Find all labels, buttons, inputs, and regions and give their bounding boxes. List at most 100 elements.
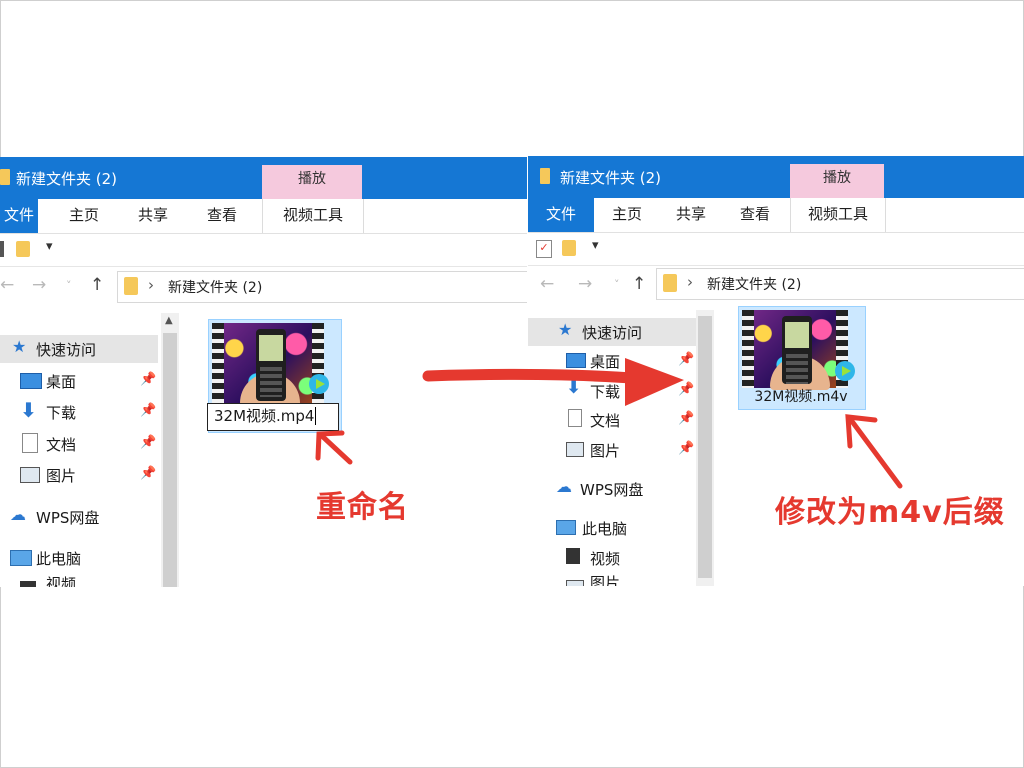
tab-share[interactable]: 共享 (138, 199, 168, 233)
up-arrow-icon[interactable]: ↑ (90, 275, 104, 295)
customize-dropdown-icon[interactable]: ▾ (46, 239, 53, 254)
document-icon (568, 409, 582, 427)
nav-item-documents[interactable]: 文档 📌 (0, 430, 158, 458)
desktop-icon (566, 353, 586, 368)
tab-view[interactable]: 查看 (740, 198, 770, 232)
play-badge-icon (309, 374, 329, 394)
pin-icon[interactable]: 📌 (140, 435, 156, 450)
nav-item-desktop[interactable]: 桌面 📌 (0, 367, 158, 395)
star-icon: ★ (558, 320, 573, 339)
nav-scrollbar[interactable] (696, 310, 714, 586)
pin-icon[interactable]: 📌 (140, 372, 156, 387)
tab-video-tools[interactable]: 视频工具 (790, 198, 886, 232)
tab-play-context[interactable]: 播放 (262, 165, 362, 199)
tab-home[interactable]: 主页 (612, 198, 642, 232)
back-arrow-icon[interactable]: ← (0, 275, 14, 295)
tab-share[interactable]: 共享 (676, 198, 706, 232)
nav-item-this-pc[interactable]: 此电脑 (528, 514, 696, 542)
nav-scrollbar[interactable]: ▲ (161, 313, 179, 587)
window-title: 新建文件夹 (2) (560, 169, 662, 187)
quick-access-toolbar: ✓ ▾ (528, 232, 1024, 266)
nav-label: 视频 (590, 550, 621, 568)
nav-label: 视频 (46, 575, 77, 587)
up-arrow-icon[interactable]: ↑ (632, 274, 646, 294)
navigation-bar: ← → ˅ ↑ › 新建文件夹 (2) (0, 267, 527, 305)
film-strip (742, 310, 754, 388)
content-pane: 32M视频.m4v (728, 304, 1024, 586)
cloud-icon: ☁ (556, 477, 572, 496)
tab-file[interactable]: 文件 (0, 199, 38, 233)
scroll-thumb[interactable] (698, 316, 712, 578)
pin-icon[interactable]: 📌 (678, 441, 694, 456)
nav-item-quick-access[interactable]: ★ 快速访问 (0, 335, 158, 363)
properties-check-icon[interactable]: ✓ (536, 240, 552, 258)
tab-play-context[interactable]: 播放 (790, 164, 884, 198)
nav-item-videos[interactable]: 视频 (0, 575, 158, 587)
pin-icon[interactable]: 📌 (678, 411, 694, 426)
nav-item-this-pc[interactable]: 此电脑 (0, 544, 158, 572)
nav-item-pictures[interactable]: 图片 📌 (0, 461, 158, 489)
nav-item-downloads[interactable]: ⬇ 下载 📌 (528, 377, 696, 405)
nav-item-downloads[interactable]: ⬇ 下载 📌 (0, 398, 158, 426)
new-folder-icon[interactable] (562, 240, 576, 256)
address-bar[interactable]: › 新建文件夹 (2) (117, 271, 527, 303)
address-bar[interactable]: › 新建文件夹 (2) (656, 268, 1024, 300)
picture-icon (20, 467, 40, 483)
nav-item-pictures-pc[interactable]: 图片 (528, 574, 696, 586)
video-icon (566, 548, 580, 564)
customize-dropdown-icon[interactable]: ▾ (592, 238, 599, 253)
cloud-icon: ☁ (10, 505, 26, 524)
pin-icon[interactable]: 📌 (140, 466, 156, 481)
quick-access-toolbar: ▾ (0, 233, 527, 267)
navigation-pane: ★ 快速访问 桌面 📌 ⬇ 下载 📌 文档 📌 图片 📌 ☁ WPS网盘 此电脑… (528, 310, 718, 586)
nav-item-videos[interactable]: 视频 (528, 544, 696, 572)
video-thumbnail[interactable] (742, 310, 848, 390)
nav-item-quick-access[interactable]: ★ 快速访问 (528, 318, 696, 346)
annotation-rename: 重命名 (316, 490, 409, 525)
new-folder-icon[interactable] (16, 241, 30, 257)
file-name: 32M视频.m4v (754, 389, 848, 405)
recent-chevron-icon[interactable]: ˅ (614, 278, 620, 291)
folder-icon (540, 168, 550, 184)
pin-icon[interactable]: 📌 (140, 403, 156, 418)
folder-icon (663, 274, 677, 292)
tab-file[interactable]: 文件 (528, 198, 594, 232)
pin-icon[interactable]: 📌 (678, 382, 694, 397)
forward-arrow-icon[interactable]: → (578, 274, 592, 294)
nav-item-wps-cloud[interactable]: ☁ WPS网盘 (0, 503, 158, 531)
nav-label: 桌面 (46, 373, 77, 391)
nav-label: 图片 (590, 574, 621, 586)
nav-label: WPS网盘 (580, 481, 644, 499)
nav-label: 下载 (46, 404, 77, 422)
pin-icon[interactable]: 📌 (678, 352, 694, 367)
download-icon: ⬇ (20, 398, 37, 422)
forward-arrow-icon[interactable]: → (32, 275, 46, 295)
nav-label: WPS网盘 (36, 509, 100, 527)
nav-item-pictures[interactable]: 图片 📌 (528, 436, 696, 464)
folder-icon (124, 277, 138, 295)
nav-label: 文档 (46, 436, 77, 454)
desktop-icon (20, 373, 42, 389)
properties-icon[interactable] (0, 241, 4, 257)
nav-item-documents[interactable]: 文档 📌 (528, 406, 696, 434)
scroll-thumb[interactable] (163, 333, 177, 587)
rename-input[interactable]: 32M视频.mp4 (207, 403, 339, 431)
nav-item-desktop[interactable]: 桌面 📌 (528, 347, 696, 375)
tab-view[interactable]: 查看 (207, 199, 237, 233)
document-icon (22, 433, 38, 453)
back-arrow-icon[interactable]: ← (540, 274, 554, 294)
nav-label: 文档 (590, 412, 621, 430)
download-icon: ⬇ (566, 377, 582, 398)
navigation-pane: ★ 快速访问 桌面 📌 ⬇ 下载 📌 文档 📌 图片 📌 ☁ WPS网盘 此电脑… (0, 305, 180, 587)
nav-label: 此电脑 (582, 520, 628, 538)
picture-icon (566, 580, 584, 586)
explorer-window-left: 新建文件夹 (2) 播放 文件 主页 共享 查看 视频工具 ▾ ← → ˅ ↑ … (0, 157, 527, 587)
recent-chevron-icon[interactable]: ˅ (66, 279, 72, 292)
annotation-change-suffix: 修改为m4v后缀 (775, 495, 1005, 530)
nav-label: 桌面 (590, 353, 621, 371)
folder-icon (0, 169, 10, 185)
tab-video-tools[interactable]: 视频工具 (262, 199, 364, 233)
scroll-up-icon[interactable]: ▲ (165, 315, 173, 326)
tab-home[interactable]: 主页 (69, 199, 99, 233)
nav-item-wps-cloud[interactable]: ☁ WPS网盘 (528, 475, 696, 503)
